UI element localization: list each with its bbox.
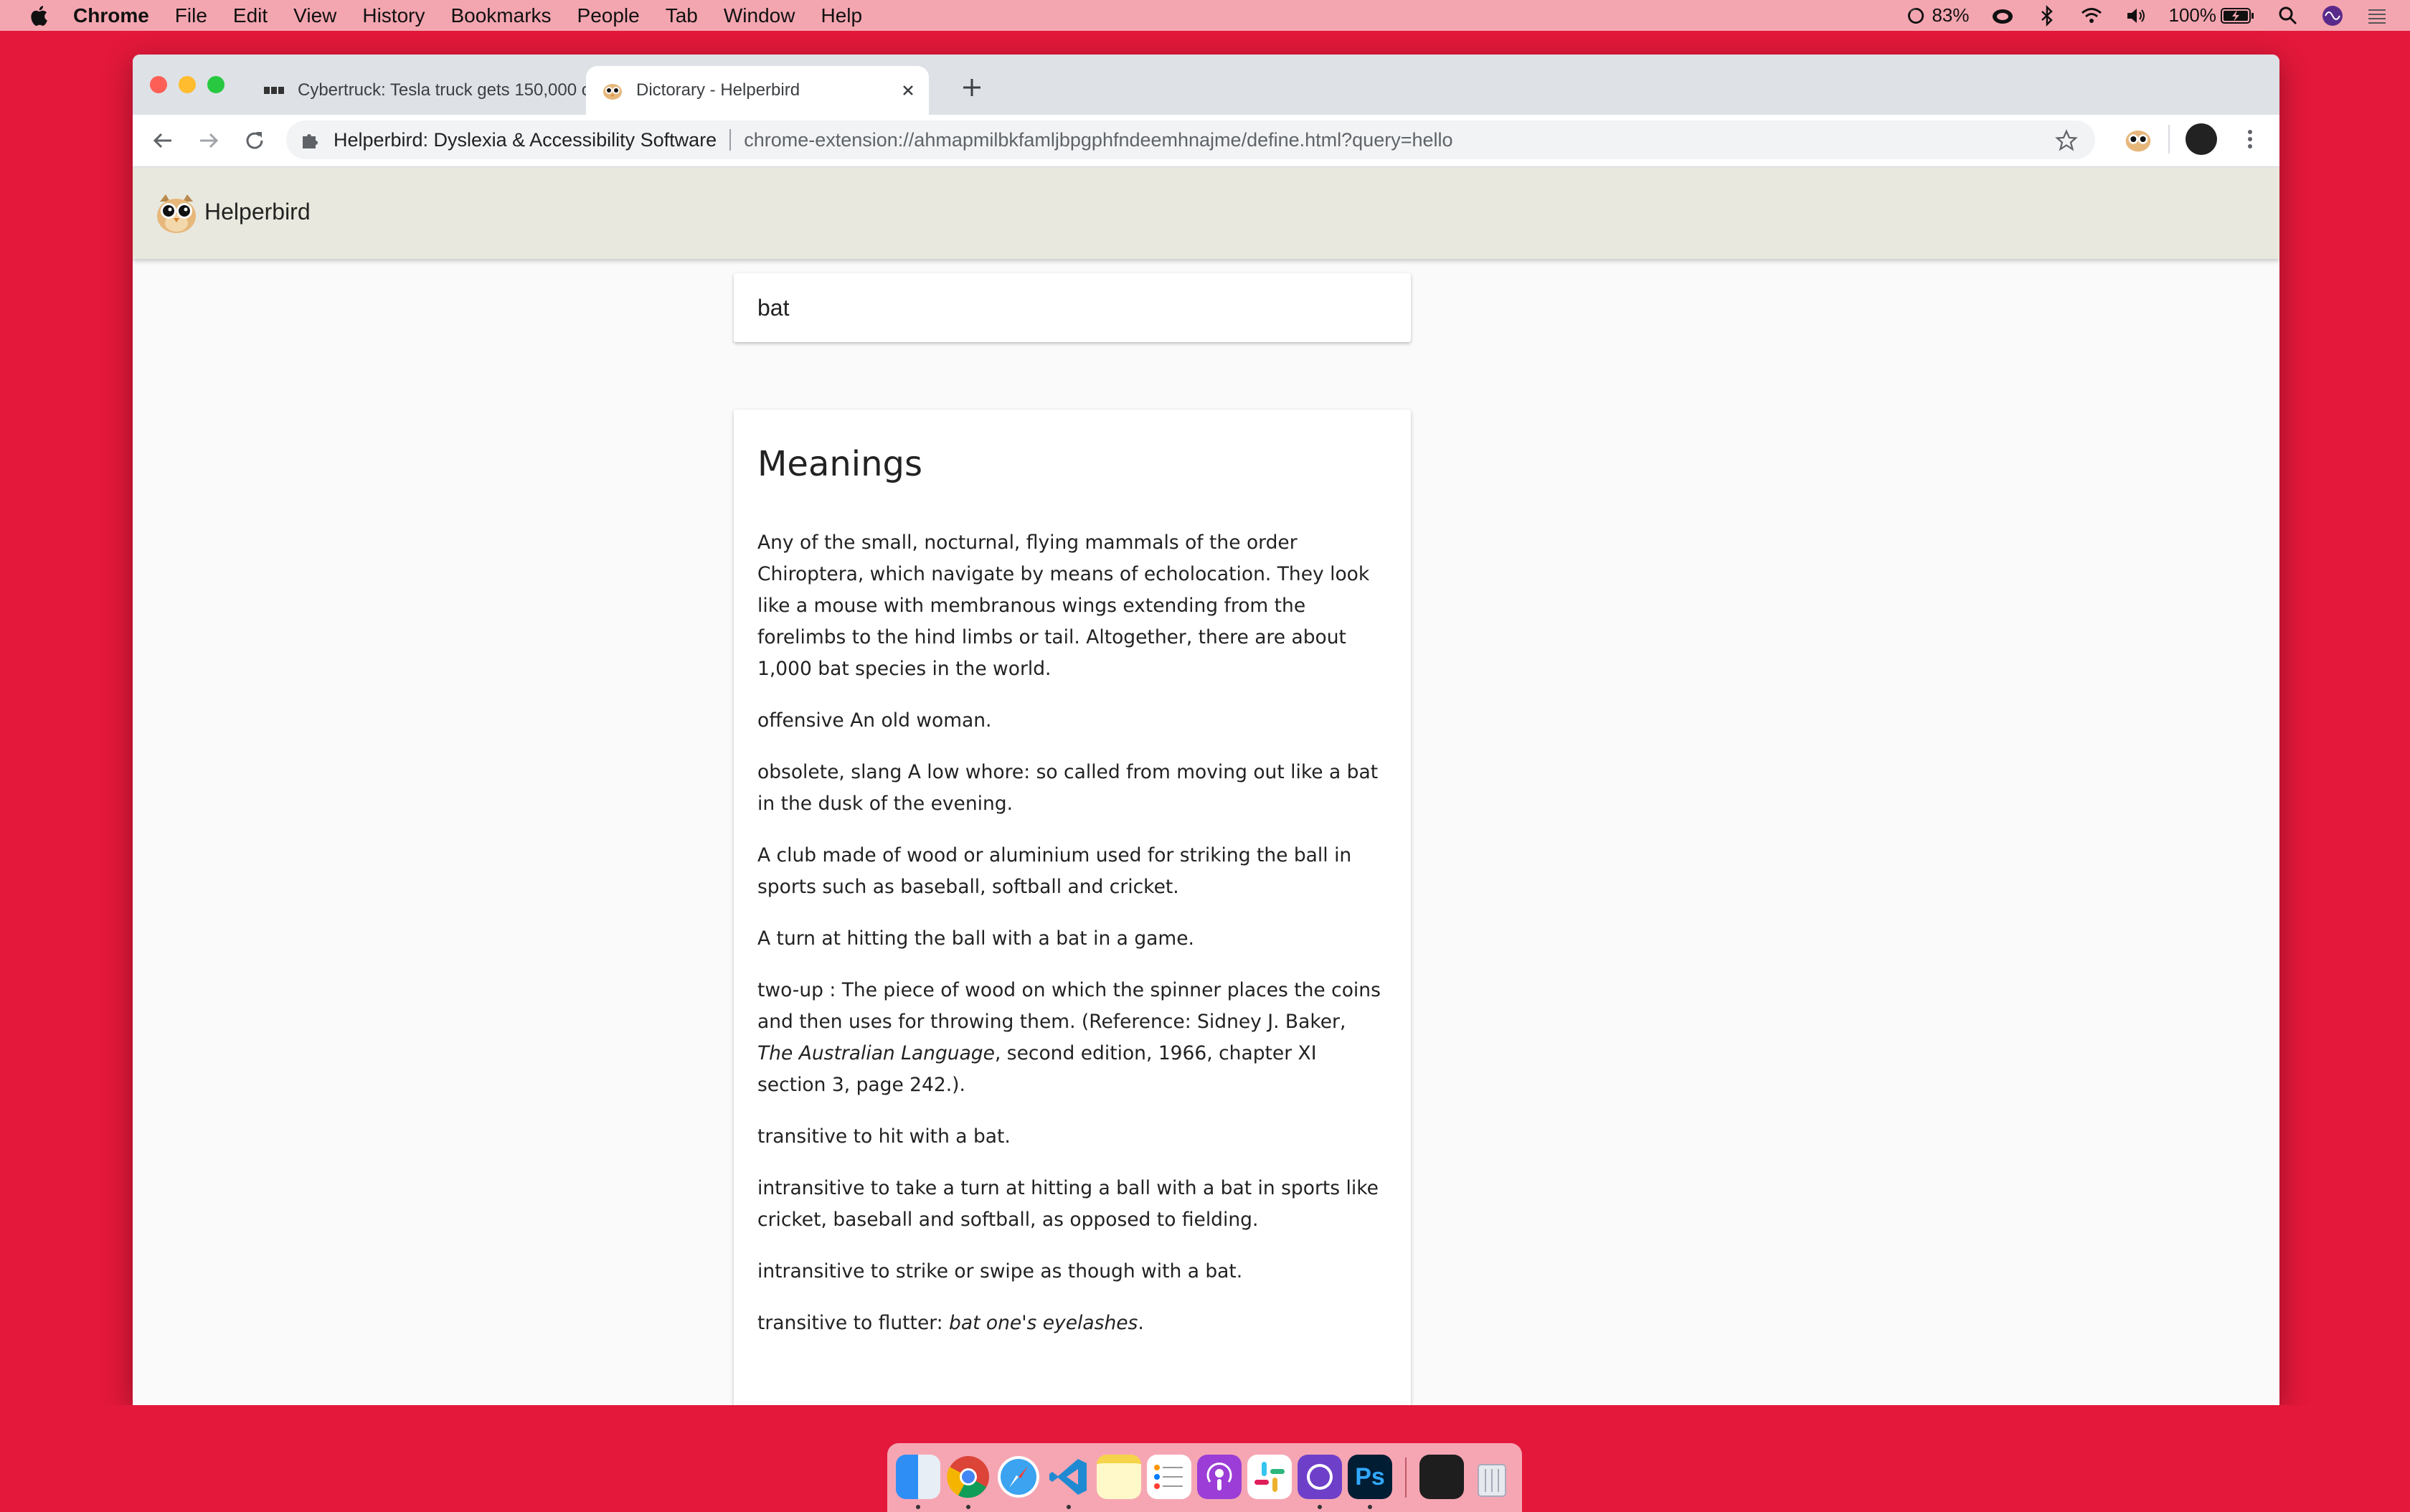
menu-edit[interactable]: Edit (233, 4, 268, 27)
vscode-icon[interactable] (1046, 1455, 1091, 1499)
menu-app-name[interactable]: Chrome (73, 4, 149, 27)
meaning-text: two-up : The piece of wood on which the … (757, 979, 1381, 1033)
creative-cloud-icon[interactable] (1991, 4, 2014, 27)
close-tab-icon[interactable] (897, 80, 919, 101)
omnibox-divider (729, 129, 732, 151)
running-indicator (916, 1505, 920, 1509)
menu-history[interactable]: History (362, 4, 425, 27)
new-tab-icon[interactable] (958, 73, 986, 102)
chrome-icon[interactable] (946, 1455, 991, 1499)
menu-file[interactable]: File (175, 4, 207, 27)
running-indicator (1368, 1505, 1372, 1509)
menu-view[interactable]: View (293, 4, 336, 27)
notes-icon[interactable] (1097, 1455, 1141, 1499)
meanings-heading: Meanings (757, 444, 923, 484)
running-indicator (1318, 1505, 1322, 1509)
status-tray: 83% 100% (1906, 0, 2388, 31)
extension-name: Helperbird: Dyslexia & Accessibility Sof… (334, 128, 717, 151)
menu-people[interactable]: People (577, 4, 640, 27)
more-menu-icon[interactable] (2236, 125, 2264, 153)
slack-icon[interactable] (1247, 1455, 1292, 1499)
address-bar[interactable]: Helperbird: Dyslexia & Accessibility Sof… (286, 121, 2095, 159)
meaning-item: A turn at hitting the ball with a bat in… (757, 927, 1194, 950)
podcasts-icon[interactable] (1197, 1455, 1242, 1499)
apple-menu-icon[interactable] (29, 5, 49, 27)
menu-help[interactable]: Help (821, 4, 862, 27)
profile-avatar[interactable] (2185, 123, 2217, 155)
running-indicator (966, 1505, 970, 1509)
menu-tab[interactable]: Tab (666, 4, 698, 27)
menu-window[interactable]: Window (724, 4, 795, 27)
meaning-italic-text: The Australian Language (757, 1042, 995, 1064)
meaning-item: offensive An old woman. (757, 709, 992, 732)
battery-status-item[interactable]: 83% (1906, 4, 1970, 27)
helperbird-logo (157, 194, 196, 233)
forward-icon[interactable] (194, 126, 223, 155)
reload-icon[interactable] (240, 126, 269, 155)
meaning-item: intransitive to strike or swipe as thoug… (757, 1260, 1243, 1282)
dock: Ps (887, 1443, 1522, 1512)
meaning-item: intransitive to take a turn at hitting a… (757, 1177, 1379, 1231)
siri-icon[interactable] (2321, 4, 2344, 27)
trash-icon[interactable] (1470, 1455, 1514, 1499)
app-name: Helperbird (204, 199, 311, 225)
finder-icon[interactable] (896, 1455, 940, 1499)
tab-title: Dictorary - Helperbird (636, 80, 800, 100)
meaning-italic-text: bat one's eyelashes (949, 1312, 1138, 1334)
window-close-button[interactable] (150, 76, 167, 93)
volume-icon[interactable] (2125, 4, 2147, 27)
tab-strip: Cybertruck: Tesla truck gets 150,000 ord… (133, 55, 2279, 115)
search-card (734, 273, 1411, 342)
bbc-icon (264, 87, 284, 94)
meaning-item: transitive to flutter: bat one's eyelash… (757, 1308, 1387, 1339)
terminal-icon[interactable] (1419, 1455, 1464, 1499)
search-input[interactable] (734, 273, 1411, 342)
tab-dictorary[interactable]: Dictorary - Helperbird (586, 66, 929, 115)
meaning-item: transitive to hit with a bat. (757, 1125, 1011, 1148)
app-header: Helperbird (133, 167, 2279, 259)
meaning-item: Any of the small, nocturnal, flying mamm… (757, 531, 1370, 680)
github-icon[interactable] (1298, 1455, 1342, 1499)
battery-status-percent: 83% (1932, 4, 1970, 26)
photoshop-icon[interactable]: Ps (1348, 1455, 1392, 1499)
meaning-item: obsolete, slang A low whore: so called f… (757, 761, 1379, 815)
helperbird-owl-icon (603, 84, 622, 100)
spotlight-search-icon[interactable] (2277, 4, 2300, 27)
bluetooth-icon[interactable] (2036, 4, 2059, 27)
back-icon[interactable] (148, 126, 177, 155)
meaning-text: transitive to flutter: (757, 1312, 950, 1334)
running-indicator (1067, 1505, 1071, 1509)
window-minimize-button[interactable] (179, 76, 196, 93)
browser-toolbar: Helperbird: Dyslexia & Accessibility Sof… (133, 115, 2279, 167)
meanings-card: Meanings Any of the small, nocturnal, fl… (734, 410, 1411, 1414)
reminders-icon[interactable] (1147, 1455, 1191, 1499)
menu-bookmarks[interactable]: Bookmarks (450, 4, 551, 27)
safari-icon[interactable] (996, 1455, 1041, 1499)
battery-percent: 100% (2168, 4, 2217, 26)
notification-center-icon[interactable] (2366, 4, 2388, 27)
extension-puzzle-icon (303, 134, 318, 148)
meaning-text: . (1138, 1312, 1144, 1334)
dock-divider (1405, 1457, 1407, 1498)
wifi-icon[interactable] (2080, 4, 2103, 27)
battery-item[interactable]: 100% (2169, 4, 2256, 27)
toolbar-divider (2168, 125, 2170, 153)
meaning-item: two-up : The piece of wood on which the … (757, 975, 1387, 1101)
url-text[interactable]: chrome-extension://ahmapmilbkfamljbpgphf… (744, 129, 1452, 151)
circle-progress-icon (1908, 7, 1924, 24)
bookmark-star-icon[interactable] (2055, 129, 2078, 152)
menu-bar: Chrome File Edit View History Bookmarks … (0, 0, 2410, 31)
helperbird-extension-icon[interactable] (2124, 125, 2153, 153)
meaning-item: A club made of wood or aluminium used fo… (757, 844, 1352, 898)
battery-charging-icon (2221, 7, 2254, 24)
window-zoom-button[interactable] (207, 76, 225, 93)
